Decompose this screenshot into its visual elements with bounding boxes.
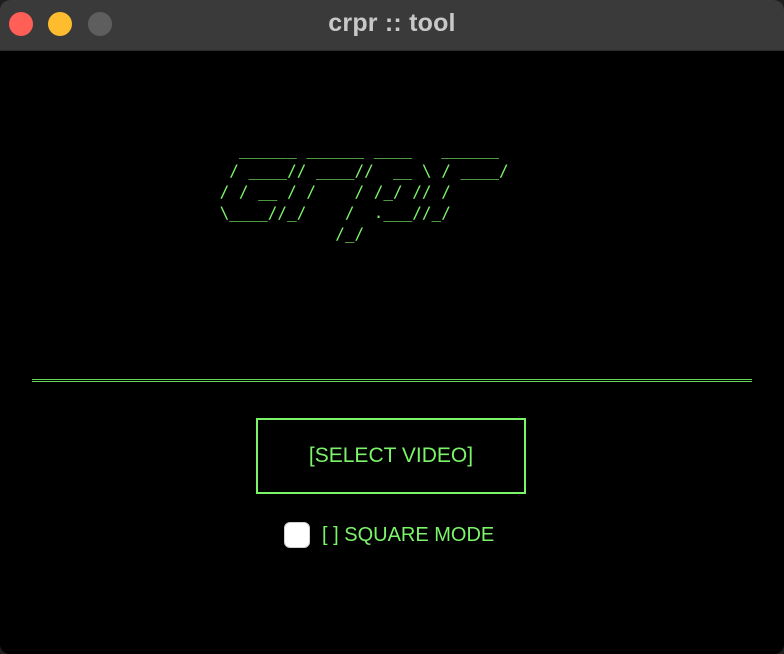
square-mode-option[interactable]: [ ] SQUARE MODE — [284, 521, 494, 549]
square-mode-checkbox[interactable] — [284, 522, 310, 548]
ascii-logo: ______ ______ ____ ______ / ____// ____/… — [219, 140, 509, 243]
select-video-button[interactable]: [SELECT VIDEO] — [256, 418, 526, 494]
main-content: ______ ______ ____ ______ / ____// ____/… — [0, 51, 784, 654]
title-bar[interactable]: crpr :: tool — [0, 0, 784, 51]
square-mode-label[interactable]: [ ] SQUARE MODE — [322, 524, 494, 547]
divider-line — [32, 379, 752, 382]
app-window: crpr :: tool ______ ______ ____ ______ /… — [0, 0, 784, 654]
window-title: crpr :: tool — [328, 9, 456, 37]
